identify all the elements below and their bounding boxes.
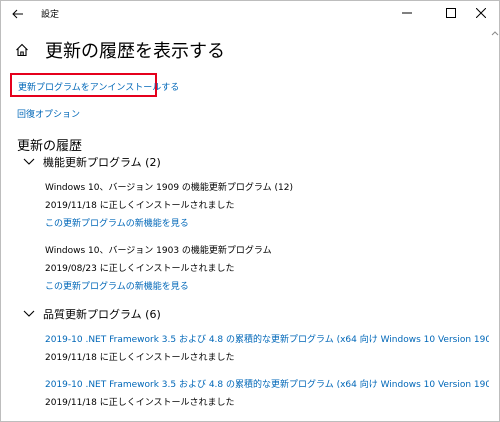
- whats-new-link[interactable]: この更新プログラムの新機能を見る: [45, 216, 189, 229]
- minimize-button[interactable]: [389, 1, 425, 25]
- maximize-icon: [446, 8, 456, 18]
- chevron-down-icon: [23, 156, 35, 168]
- close-icon: [476, 8, 486, 18]
- page-header: 更新の履歴を表示する: [15, 36, 225, 64]
- quality-update-link[interactable]: 2019-10 .NET Framework 3.5 および 4.8 の累積的な…: [45, 332, 499, 345]
- app-title: 設定: [41, 10, 60, 20]
- update-status: 2019/11/18 に正しくインストールされました: [45, 201, 235, 211]
- back-button[interactable]: [7, 4, 29, 24]
- scroll-up-icon: [491, 31, 499, 36]
- scrollbar[interactable]: [489, 27, 499, 421]
- page-title: 更新の履歴を表示する: [45, 41, 225, 62]
- feature-updates-label: 機能更新プログラム (2): [43, 156, 161, 169]
- recovery-options-link[interactable]: 回復オプション: [17, 107, 80, 120]
- quality-updates-label: 品質更新プログラム (6): [43, 308, 161, 321]
- whats-new-link[interactable]: この更新プログラムの新機能を見る: [45, 279, 189, 292]
- close-button[interactable]: [463, 1, 499, 25]
- minimize-icon: [402, 12, 412, 14]
- quality-updates-group-toggle[interactable]: 品質更新プログラム (6): [23, 305, 161, 323]
- back-arrow-icon: [12, 9, 23, 19]
- update-title: Windows 10、バージョン 1909 の機能更新プログラム (12): [45, 183, 294, 193]
- chevron-down-icon: [23, 308, 35, 320]
- update-history-heading: 更新の履歴: [17, 139, 83, 154]
- title-bar: 設定: [1, 1, 499, 27]
- update-status: 2019/08/23 に正しくインストールされました: [45, 264, 235, 274]
- home-icon[interactable]: [15, 41, 33, 59]
- update-title: Windows 10、バージョン 1903 の機能更新プログラム: [45, 246, 272, 256]
- uninstall-updates-link[interactable]: 更新プログラムをアンインストールする: [18, 80, 179, 93]
- quality-update-link[interactable]: 2019-10 .NET Framework 3.5 および 4.8 の累積的な…: [45, 377, 499, 390]
- feature-updates-group-toggle[interactable]: 機能更新プログラム (2): [23, 153, 161, 171]
- update-status: 2019/11/18 に正しくインストールされました: [45, 353, 235, 363]
- update-status: 2019/11/18 に正しくインストールされました: [45, 398, 235, 408]
- settings-window: 設定 更新の履歴を表示する 更新プログラムをアンインストールする 回復オプション: [0, 0, 500, 422]
